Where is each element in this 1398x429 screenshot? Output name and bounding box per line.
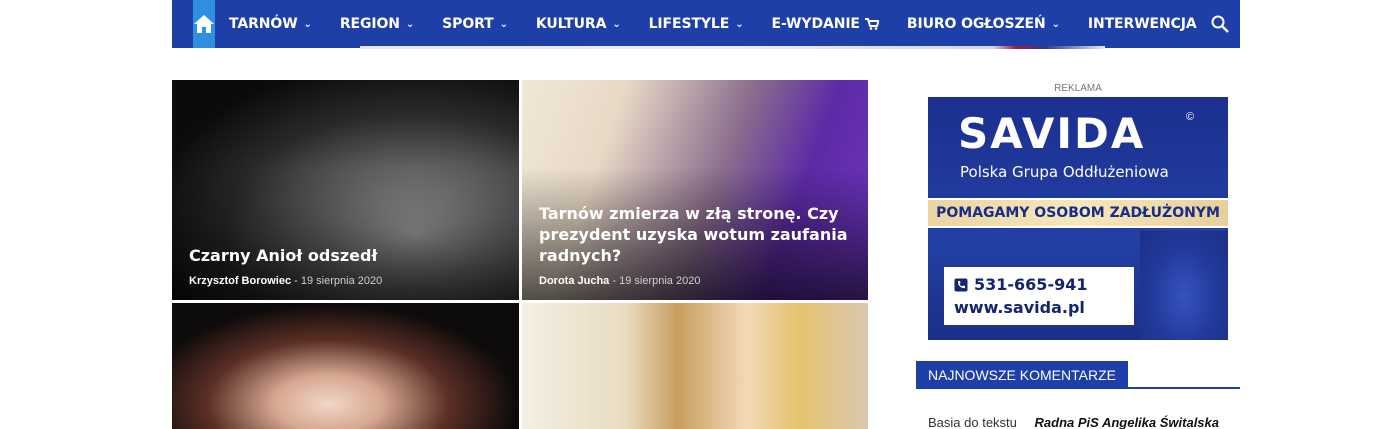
- nav-item-kultura[interactable]: KULTURA ⌄: [522, 0, 635, 48]
- article-author[interactable]: Dorota Jucha: [539, 275, 609, 287]
- article-tile[interactable]: [172, 303, 519, 429]
- ad-slogan: POMAGAMY OSOBOM ZADŁUŻONYM: [928, 198, 1228, 228]
- nav-item-label: E-WYDANIE: [771, 16, 860, 32]
- phone-icon: [954, 278, 968, 291]
- comment-item: Basia do tekstu Radna PiS Angelika Świta…: [928, 415, 1219, 429]
- chevron-down-icon: ⌄: [405, 18, 415, 30]
- article-tile[interactable]: Tarnów zmierza w złą stronę. Czy prezyde…: [522, 80, 868, 300]
- tile-meta: [539, 407, 851, 416]
- article-tile[interactable]: [522, 303, 868, 429]
- ad-label: REKLAMA: [1054, 83, 1102, 94]
- banner-strip: [360, 46, 1105, 49]
- justice-statue-image: [1140, 231, 1228, 340]
- tile-meta: Tarnów zmierza w złą stronę. Czy prezyde…: [539, 203, 851, 287]
- nav-item-label: LIFESTYLE: [648, 16, 730, 32]
- chevron-down-icon: ⌄: [612, 18, 621, 30]
- nav-item-biuro-ogloszen[interactable]: BIURO OGŁOSZEŃ ⌄: [893, 0, 1074, 48]
- nav-item-lifestyle[interactable]: LIFESTYLE ⌄: [635, 0, 758, 48]
- main-navigation: TARNÓW ⌄ REGION ⌄ SPORT ⌄ KULTURA ⌄ LIFESTYL…: [172, 0, 1240, 48]
- article-date: 19 sierpnia 2020: [619, 275, 701, 287]
- nav-item-label: KULTURA: [535, 16, 607, 32]
- home-icon: [194, 15, 214, 33]
- article-title[interactable]: Czarny Anioł odszedł: [189, 245, 502, 266]
- byline-separator: -: [294, 275, 301, 287]
- home-button[interactable]: [193, 0, 215, 48]
- widget-title: NAJNOWSZE KOMENTARZE: [916, 361, 1240, 389]
- chevron-down-icon: ⌄: [735, 18, 744, 30]
- article-title[interactable]: Tarnów zmierza w złą stronę. Czy prezyde…: [539, 203, 851, 266]
- comment-author: Basia do tekstu: [928, 415, 1017, 429]
- advertisement-banner[interactable]: SAVIDA © Polska Grupa Oddłużeniowa POMAG…: [928, 97, 1228, 340]
- nav-item-region[interactable]: REGION ⌄: [326, 0, 428, 48]
- nav-item-label: INTERWENCJA: [1087, 16, 1197, 32]
- chevron-down-icon: ⌄: [499, 18, 508, 30]
- nav-item-label: BIURO OGŁOSZEŃ: [906, 16, 1046, 32]
- cart-icon: [864, 18, 879, 30]
- ad-website: www.savida.pl: [954, 298, 1085, 317]
- nav-item-sport[interactable]: SPORT ⌄: [428, 0, 522, 48]
- ad-phone-row: 531-665-941: [954, 275, 1124, 294]
- chevron-down-icon: ⌄: [303, 18, 312, 30]
- article-tile[interactable]: Czarny Anioł odszedł Krzysztof Borowiec …: [172, 80, 519, 300]
- tile-meta: Czarny Anioł odszedł Krzysztof Borowiec …: [189, 245, 502, 287]
- search-button[interactable]: [1211, 0, 1229, 48]
- ad-contact-box: 531-665-941 www.savida.pl: [944, 267, 1134, 325]
- nav-item-tarnow[interactable]: TARNÓW ⌄: [215, 0, 326, 48]
- article-byline: Krzysztof Borowiec - 19 sierpnia 2020: [189, 275, 502, 287]
- ad-subtitle: Polska Grupa Oddłużeniowa: [960, 163, 1169, 181]
- chevron-down-icon: ⌄: [1051, 18, 1060, 30]
- article-author[interactable]: Krzysztof Borowiec: [189, 275, 291, 287]
- article-date: 19 sierpnia 2020: [300, 275, 383, 287]
- nav-item-label: REGION: [339, 16, 400, 32]
- nav-item-e-wydanie[interactable]: E-WYDANIE: [758, 0, 893, 48]
- comment-article-link[interactable]: Radna PiS Angelika Świtalska: [1035, 415, 1219, 429]
- search-icon: [1211, 15, 1229, 33]
- nav-item-label: TARNÓW: [229, 16, 298, 32]
- tile-meta: [189, 407, 502, 416]
- ad-phone: 531-665-941: [974, 275, 1088, 294]
- nav-item-interwencja[interactable]: INTERWENCJA: [1074, 0, 1211, 48]
- ad-registered-mark: ©: [1186, 111, 1195, 123]
- article-byline: Dorota Jucha - 19 sierpnia 2020: [539, 275, 851, 287]
- ad-brand: SAVIDA: [958, 109, 1146, 158]
- widget-title-label: NAJNOWSZE KOMENTARZE: [916, 361, 1128, 389]
- nav-item-label: SPORT: [442, 16, 494, 32]
